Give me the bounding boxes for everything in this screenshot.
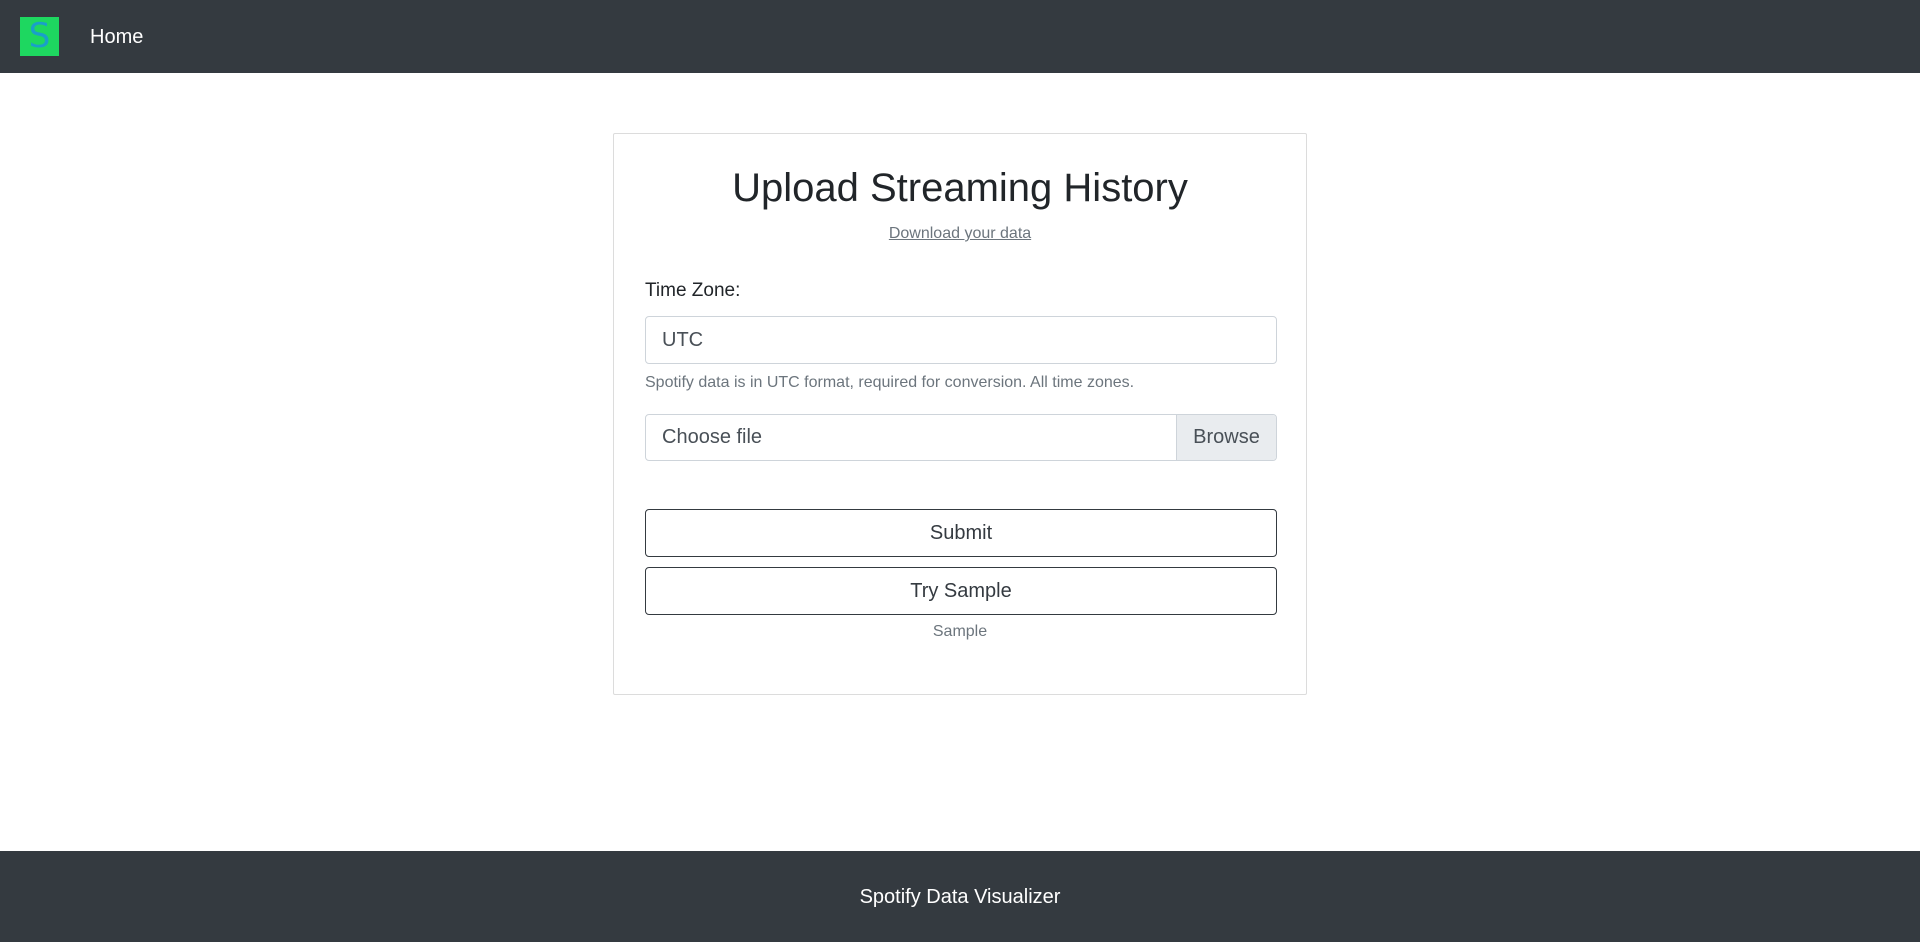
submit-button[interactable]: Submit xyxy=(645,509,1277,557)
logo-letter: S xyxy=(28,15,51,56)
try-sample-button[interactable]: Try Sample xyxy=(645,567,1277,615)
browse-button[interactable]: Browse xyxy=(1176,415,1276,460)
page-title: Upload Streaming History xyxy=(732,166,1188,210)
top-navbar: S Home xyxy=(0,0,1920,73)
file-picker[interactable]: Choose file Browse xyxy=(645,414,1277,461)
nav-home-link[interactable]: Home xyxy=(90,24,143,50)
timezone-help-text: Spotify data is in UTC format, required … xyxy=(645,374,1135,391)
upload-card: Upload Streaming History Download your d… xyxy=(613,133,1307,695)
timezone-label: Time Zone: xyxy=(645,280,741,301)
file-input-label[interactable]: Choose file xyxy=(646,415,1176,460)
sample-note: Sample xyxy=(932,623,988,640)
page-footer: Spotify Data Visualizer xyxy=(0,851,1920,942)
download-data-link[interactable]: Download your data xyxy=(614,224,1306,244)
footer-text: Spotify Data Visualizer xyxy=(859,886,1061,908)
timezone-input[interactable] xyxy=(645,316,1277,364)
app-logo[interactable]: S xyxy=(20,17,59,56)
